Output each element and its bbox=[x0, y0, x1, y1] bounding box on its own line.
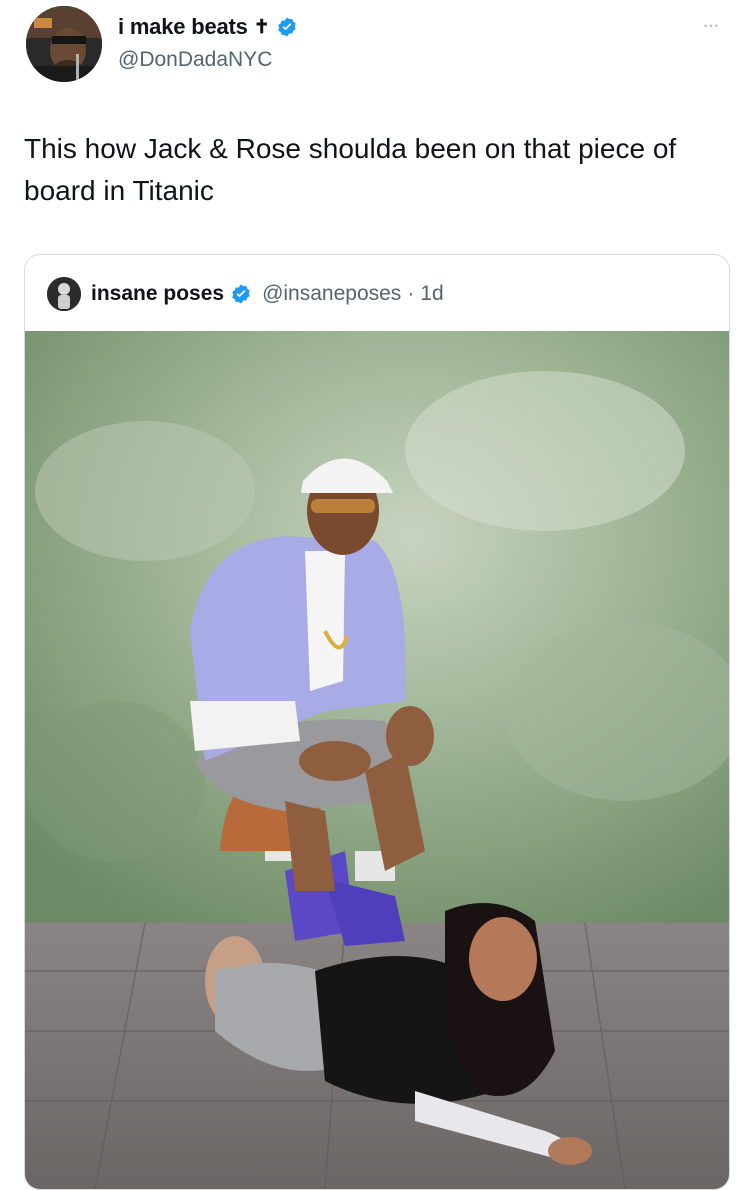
quoted-timestamp[interactable]: 1d bbox=[420, 282, 443, 306]
quoted-handle[interactable]: @insaneposes bbox=[262, 282, 401, 306]
verified-badge-icon bbox=[277, 17, 296, 37]
author-name-row: i make beats ✝ bbox=[118, 14, 298, 40]
tweet-text: This how Jack & Rose shoulda been on tha… bbox=[24, 133, 677, 206]
author-display-name[interactable]: i make beats bbox=[118, 14, 248, 40]
author-avatar-image bbox=[26, 6, 102, 82]
quoted-photo[interactable] bbox=[25, 331, 729, 1189]
author-avatar[interactable] bbox=[26, 6, 102, 82]
verified-badge-icon bbox=[232, 284, 250, 304]
quoted-avatar-image bbox=[47, 277, 81, 311]
quoted-separator: · bbox=[407, 282, 415, 305]
tweet-post: i make beats ✝ @DonDadaNYC ··· This how … bbox=[0, 0, 740, 1190]
quoted-tweet-header: insane poses @insaneposes · 1d bbox=[47, 277, 444, 311]
quoted-tweet-card[interactable]: insane poses @insaneposes · 1d bbox=[24, 254, 730, 1190]
quoted-author-avatar bbox=[47, 277, 81, 311]
cross-icon: ✝ bbox=[253, 16, 270, 38]
more-icon[interactable]: ··· bbox=[702, 12, 720, 38]
photo-illustration bbox=[25, 331, 729, 1189]
quoted-display-name[interactable]: insane poses bbox=[91, 282, 224, 306]
author-handle[interactable]: @DonDadaNYC bbox=[118, 48, 272, 72]
